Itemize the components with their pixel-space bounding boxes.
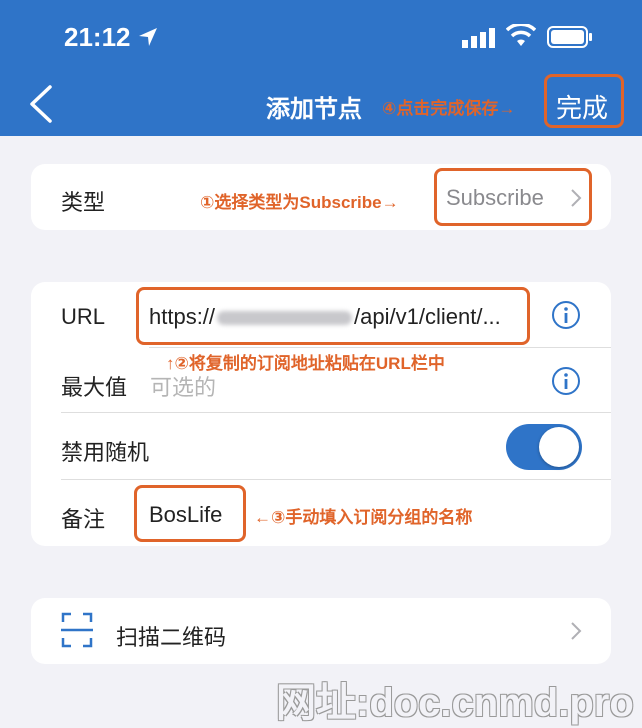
annotation-step4: ④点击完成保存→: [382, 99, 516, 118]
row-divider: [149, 347, 611, 348]
type-value[interactable]: Subscribe: [446, 185, 544, 211]
page-title: 添加节点: [266, 96, 362, 123]
location-arrow-icon: [139, 28, 157, 46]
random-label: 禁用随机: [61, 440, 150, 465]
watermark-text: 网址:doc.cnmd.pro: [276, 681, 634, 725]
note-label: 备注: [61, 507, 106, 532]
info-icon[interactable]: [551, 366, 581, 396]
nav-header: 21:12 添加节点 ④点击完成保存→ 完成: [0, 0, 642, 136]
max-label: 最大值: [61, 375, 128, 400]
note-input[interactable]: BosLife: [149, 502, 222, 528]
info-icon[interactable]: [551, 300, 581, 330]
annotation-step3: ←③手动填入订阅分组的名称: [254, 508, 473, 527]
max-input[interactable]: 可选的: [150, 370, 216, 402]
url-input[interactable]: https:// /api/v1/client/...: [149, 304, 501, 330]
status-time: 21:12: [64, 22, 131, 52]
chevron-right-icon: [571, 189, 582, 207]
back-chevron-icon[interactable]: [26, 84, 56, 124]
row-divider: [61, 479, 611, 480]
qr-scan-icon: [61, 612, 93, 648]
url-suffix: /api/v1/client/...: [354, 304, 501, 329]
url-label: URL: [61, 304, 106, 329]
url-blurred-domain: [217, 311, 353, 326]
wifi-icon: [506, 24, 536, 46]
toggle-knob: [539, 427, 579, 467]
url-prefix: https://: [149, 304, 216, 329]
type-label: 类型: [61, 190, 106, 215]
cellular-signal-icon: [462, 28, 495, 48]
chevron-right-icon: [571, 622, 582, 640]
done-button[interactable]: 完成: [556, 88, 608, 125]
scan-label: 扫描二维码: [116, 625, 227, 650]
annotation-step1: ①选择类型为Subscribe→: [200, 193, 399, 212]
row-divider: [61, 412, 611, 413]
disable-random-toggle[interactable]: [506, 424, 582, 470]
battery-icon: [547, 26, 592, 48]
